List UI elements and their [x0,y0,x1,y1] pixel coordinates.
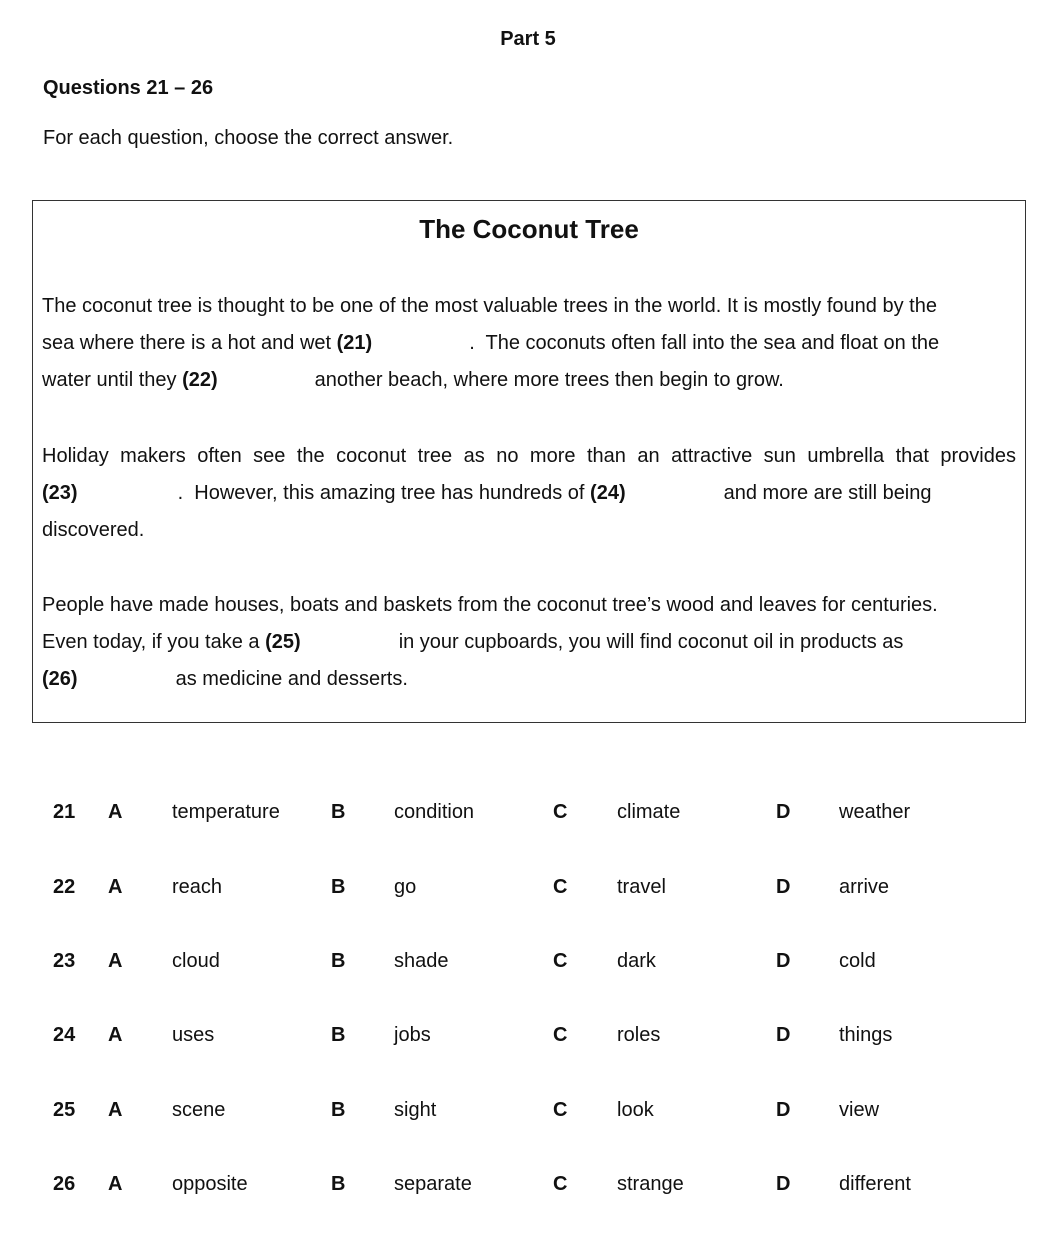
option-letter-b[interactable]: B [331,1173,345,1196]
option-letter-c[interactable]: C [553,801,567,824]
question-row-26: 26 A opposite B separate C strange D dif… [0,1173,1056,1203]
option-letter-a[interactable]: A [108,1099,122,1122]
question-number: 26 [53,1173,76,1195]
option-letter-c[interactable]: C [553,1099,567,1122]
option-text-d[interactable]: cold [839,950,876,973]
option-text-b[interactable]: separate [394,1173,472,1196]
option-letter-d[interactable]: D [776,1173,790,1196]
line-text: another beach, where more trees then beg… [314,369,784,391]
option-letter-c[interactable]: C [553,876,567,899]
passage-paragraph-2: Holiday makers often see the coconut tre… [42,438,1016,549]
passage-line: sea where there is a hot and wet (21) . T… [42,325,1016,362]
line-text: . However, this amazing tree has hundred… [177,482,591,504]
option-letter-a[interactable]: A [108,950,122,973]
passage-line: water until they (22) another beach, wher… [42,362,1016,399]
question-row-22: 22 A reach B go C travel D arrive [0,876,1056,906]
line-text: in your cupboards, you will find coconut… [398,631,904,653]
option-text-c[interactable]: strange [617,1173,684,1196]
questions-heading: Questions 21 – 26 [43,77,214,99]
option-letter-a[interactable]: A [108,1173,122,1196]
option-text-d[interactable]: arrive [839,876,889,899]
option-letter-d[interactable]: D [776,950,790,973]
option-letter-c[interactable]: C [553,1024,567,1047]
passage-line: (26) as medicine and desserts. [42,661,1016,698]
question-row-23: 23 A cloud B shade C dark D cold [0,950,1056,980]
option-text-a[interactable]: scene [172,1099,225,1122]
gap-24: (24) [590,482,626,504]
gap-23: (23) [42,482,78,504]
passage-paragraph-3: People have made houses, boats and baske… [42,587,1016,698]
option-text-b[interactable]: shade [394,950,449,973]
gap-25: (25) [265,631,301,653]
question-number: 22 [53,876,76,898]
line-text: People have made houses, boats and baske… [42,594,938,616]
option-text-b[interactable]: jobs [394,1024,431,1047]
question-number: 25 [53,1099,76,1121]
line-text: . The coconuts often fall into the sea a… [469,332,940,354]
passage-line: (23) . However, this amazing tree has hun… [42,475,1016,512]
question-row-25: 25 A scene B sight C look D view [0,1099,1056,1129]
option-text-c[interactable]: look [617,1099,654,1122]
option-letter-d[interactable]: D [776,1024,790,1047]
line-text: discovered. [42,519,145,541]
passage-paragraph-1: The coconut tree is thought to be one of… [42,288,1016,399]
line-text: The coconut tree is thought to be one of… [42,295,937,317]
option-text-a[interactable]: opposite [172,1173,248,1196]
option-letter-b[interactable]: B [331,950,345,973]
line-text: water until they [42,369,183,391]
part-title: Part 5 [500,28,556,50]
option-text-c[interactable]: travel [617,876,666,899]
option-text-b[interactable]: go [394,876,416,899]
option-text-a[interactable]: temperature [172,801,280,824]
option-text-d[interactable]: view [839,1099,879,1122]
option-text-c[interactable]: dark [617,950,656,973]
option-letter-d[interactable]: D [776,876,790,899]
option-text-d[interactable]: different [839,1173,911,1196]
option-text-c[interactable]: roles [617,1024,660,1047]
instructions: For each question, choose the correct an… [43,127,454,149]
option-letter-b[interactable]: B [331,1024,345,1047]
passage-title: The Coconut Tree [419,214,639,244]
option-text-a[interactable]: cloud [172,950,220,973]
question-number: 24 [53,1024,76,1046]
option-letter-d[interactable]: D [776,801,790,824]
option-letter-a[interactable]: A [108,1024,122,1047]
option-text-d[interactable]: weather [839,801,910,824]
passage-line: Even today, if you take a (25) in your cu… [42,624,1016,661]
question-number: 21 [53,801,76,823]
line-text: Even today, if you take a [42,631,266,653]
line-text: and more are still being [723,482,932,504]
passage-line: People have made houses, boats and baske… [42,587,1016,624]
gap-22: (22) [182,369,218,391]
line-text: sea where there is a hot and wet [42,332,337,354]
option-letter-b[interactable]: B [331,1099,345,1122]
option-text-a[interactable]: reach [172,876,222,899]
option-letter-b[interactable]: B [331,876,345,899]
line-text: as medicine and desserts. [175,668,408,690]
passage-line: The coconut tree is thought to be one of… [42,288,1016,325]
option-letter-b[interactable]: B [331,801,345,824]
option-text-b[interactable]: sight [394,1099,436,1122]
question-row-24: 24 A uses B jobs C roles D things [0,1024,1056,1054]
passage-line: Holiday makers often see the coconut tre… [42,438,1016,475]
option-text-a[interactable]: uses [172,1024,214,1047]
passage-line: discovered. [42,512,1016,549]
option-text-d[interactable]: things [839,1024,892,1047]
option-text-c[interactable]: climate [617,801,680,824]
gap-21: (21) [336,332,373,354]
option-letter-d[interactable]: D [776,1099,790,1122]
option-letter-c[interactable]: C [553,950,567,973]
option-letter-c[interactable]: C [553,1173,567,1196]
option-text-b[interactable]: condition [394,801,474,824]
question-number: 23 [53,950,76,972]
gap-26: (26) [42,668,78,690]
question-row-21: 21 A temperature B condition C climate D… [0,801,1056,831]
option-letter-a[interactable]: A [108,876,122,899]
line-text: Holiday makers often see the coconut tre… [42,445,1016,467]
option-letter-a[interactable]: A [108,801,122,824]
